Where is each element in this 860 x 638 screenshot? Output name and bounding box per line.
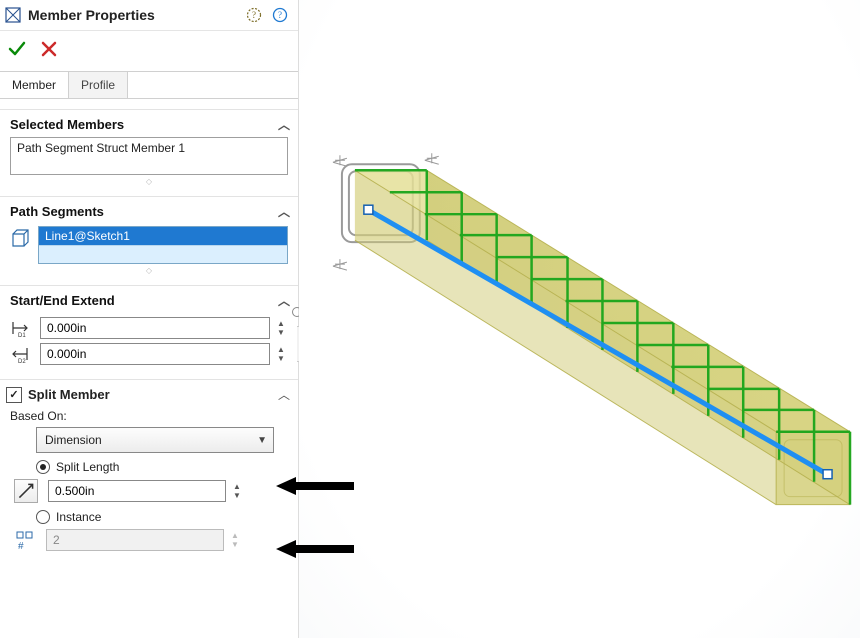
d1-input[interactable] xyxy=(40,317,270,339)
path-segment-item[interactable]: Line1@Sketch1 xyxy=(39,227,287,245)
panel-title: Member Properties xyxy=(28,7,155,23)
split-length-spinner[interactable]: ▲▼ xyxy=(230,480,244,502)
reverse-direction-button[interactable] xyxy=(14,479,38,503)
annotation-arrow-split-length xyxy=(276,538,354,560)
based-on-label: Based On: xyxy=(0,405,298,425)
help-icon[interactable]: ? xyxy=(272,7,288,23)
graphics-viewport[interactable] xyxy=(299,0,860,638)
selected-member-item[interactable]: Path Segment Struct Member 1 xyxy=(17,141,281,155)
annotation-arrow-based-on xyxy=(276,475,354,497)
member-feature-icon xyxy=(4,6,22,24)
instance-radio[interactable] xyxy=(36,510,50,524)
svg-text:?: ? xyxy=(278,10,282,20)
split-length-input[interactable] xyxy=(48,480,226,502)
group-title-path-segments: Path Segments xyxy=(10,204,104,219)
instance-label: Instance xyxy=(56,510,101,524)
d2-spinner[interactable]: ▲▼ xyxy=(274,343,288,365)
tabs: Member Profile xyxy=(0,71,298,99)
svg-text:#: # xyxy=(18,541,24,551)
group-header-path-segments[interactable]: Path Segments ︿ xyxy=(0,199,298,222)
instance-count-input xyxy=(46,529,224,551)
d2-icon: D2 xyxy=(10,344,34,364)
cancel-button[interactable] xyxy=(40,40,58,58)
panel-titlebar: Member Properties ? ? xyxy=(0,0,298,31)
d2-input[interactable] xyxy=(40,343,270,365)
list-resize-grip[interactable]: ◇ xyxy=(10,175,288,186)
selected-members-list[interactable]: Path Segment Struct Member 1 xyxy=(10,137,288,175)
collapse-icon: ︿ xyxy=(278,386,290,403)
path-segments-empty-area[interactable] xyxy=(39,245,287,263)
path-segments-icon xyxy=(10,228,32,250)
group-header-start-end[interactable]: Start/End Extend ︿ xyxy=(0,288,298,311)
d1-icon: D1 xyxy=(10,318,34,338)
group-start-end-extend: Start/End Extend ︿ D1 ▲▼ D2 xyxy=(0,285,298,375)
svg-text:?: ? xyxy=(252,10,256,20)
tab-profile[interactable]: Profile xyxy=(69,72,128,98)
ok-cancel-row xyxy=(0,31,298,71)
list-resize-grip[interactable]: ◇ xyxy=(10,264,288,275)
split-length-label: Split Length xyxy=(56,460,119,474)
group-path-segments: Path Segments ︿ Line1@Sketch1 ◇ xyxy=(0,196,298,281)
instance-count-icon: # xyxy=(14,529,36,551)
group-header-selected-members[interactable]: Selected Members ︿ xyxy=(0,112,298,135)
group-title-split: Split Member xyxy=(28,387,110,402)
svg-text:D1: D1 xyxy=(18,333,26,338)
collapse-icon: ︿ xyxy=(278,292,290,309)
detailed-help-icon[interactable]: ? xyxy=(246,7,262,23)
based-on-value: Dimension xyxy=(45,433,102,447)
tab-member[interactable]: Member xyxy=(0,72,69,98)
split-length-radio[interactable] xyxy=(36,460,50,474)
split-member-checkbox[interactable]: ✓ xyxy=(6,387,22,403)
path-segments-list[interactable]: Line1@Sketch1 xyxy=(38,226,288,264)
group-header-split-member[interactable]: ✓ Split Member ︿ xyxy=(0,382,298,405)
group-title-selected-members: Selected Members xyxy=(10,117,124,132)
svg-text:D2: D2 xyxy=(18,359,26,364)
group-split-member: ✓ Split Member ︿ Based On: Dimension ▼ S… xyxy=(0,379,298,559)
group-title-start-end: Start/End Extend xyxy=(10,293,115,308)
based-on-combo[interactable]: Dimension ▼ xyxy=(36,427,274,453)
instance-count-spinner: ▲▼ xyxy=(228,529,242,551)
ok-button[interactable] xyxy=(8,40,26,58)
group-selected-members: Selected Members ︿ Path Segment Struct M… xyxy=(0,109,298,192)
collapse-icon: ︿ xyxy=(278,203,290,220)
chevron-down-icon: ▼ xyxy=(257,435,267,446)
collapse-icon: ︿ xyxy=(278,116,290,133)
structural-member-model xyxy=(299,0,860,638)
property-panel: Member Properties ? ? Member Profile xyxy=(0,0,299,638)
d1-spinner[interactable]: ▲▼ xyxy=(274,317,288,339)
